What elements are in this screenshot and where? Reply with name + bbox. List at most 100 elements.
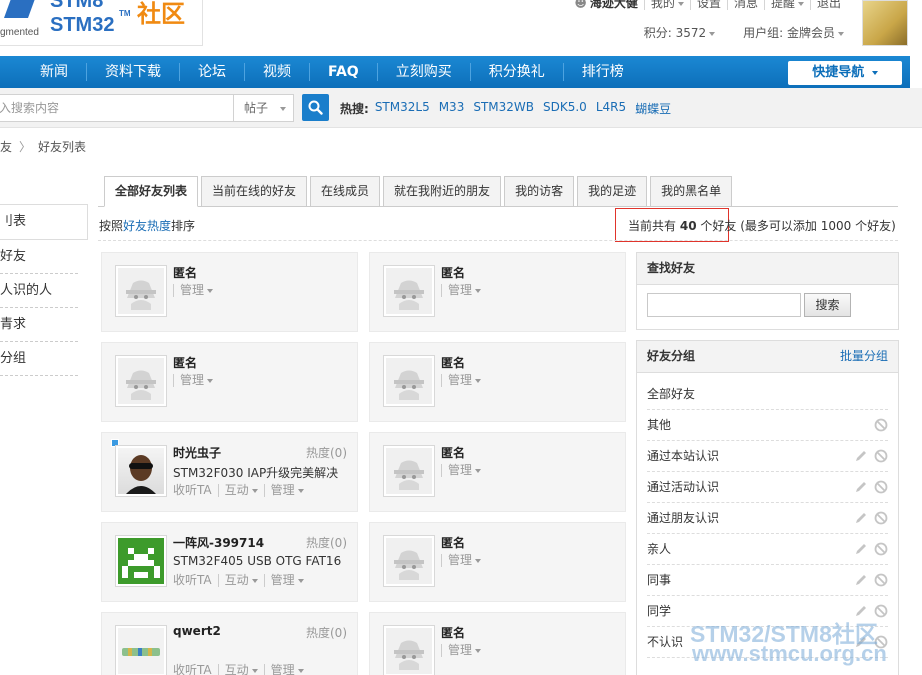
friend-avatar[interactable]	[115, 625, 167, 675]
logout-link[interactable]: 退出	[809, 0, 847, 10]
follow-link[interactable]: 收听TA	[173, 574, 218, 587]
pencil-icon[interactable]	[854, 542, 868, 556]
anonymous-avatar-icon[interactable]	[115, 355, 167, 407]
friend-avatar[interactable]	[115, 445, 167, 497]
breadcrumb-friend-list[interactable]: 好友列表	[38, 138, 86, 155]
hot-link[interactable]: SDK5.0	[543, 100, 587, 117]
pencil-icon[interactable]	[854, 480, 868, 494]
pencil-icon[interactable]	[854, 573, 868, 587]
search-input[interactable]: 入搜索内容	[0, 94, 233, 122]
group-item[interactable]: 同事	[647, 565, 888, 596]
ban-icon[interactable]	[874, 542, 888, 556]
nav-news[interactable]: 新闻	[0, 63, 87, 81]
anonymous-avatar-icon[interactable]	[115, 265, 167, 317]
find-friend-button[interactable]: 搜索	[804, 293, 851, 317]
interact-menu[interactable]: 互动	[217, 574, 264, 587]
hot-link[interactable]: 蝴蝶豆	[635, 100, 671, 117]
ban-icon[interactable]	[874, 511, 888, 525]
nav-downloads[interactable]: 资料下载	[87, 63, 180, 81]
manage-menu[interactable]: 管理	[441, 284, 487, 297]
friend-name[interactable]: 匿名	[173, 264, 197, 281]
anonymous-avatar-icon[interactable]	[383, 535, 435, 587]
tab-all-friends[interactable]: 全部好友列表	[104, 176, 199, 207]
tab-blacklist[interactable]: 我的黑名单	[650, 176, 733, 207]
hot-link[interactable]: STM32L5	[375, 100, 430, 117]
points-link[interactable]: 积分: 3572	[644, 24, 716, 41]
friend-name[interactable]: qwert2	[173, 624, 221, 638]
reminders-link[interactable]: 提醒	[763, 0, 810, 10]
anonymous-avatar-icon[interactable]	[383, 625, 435, 675]
interact-menu[interactable]: 互动	[217, 664, 264, 675]
hot-link[interactable]: M33	[439, 100, 465, 117]
group-item[interactable]: 全部好友	[647, 379, 888, 410]
search-button[interactable]	[302, 94, 329, 121]
friend-name[interactable]: 时光虫子	[173, 444, 221, 461]
settings-link[interactable]: 设置	[689, 0, 727, 10]
quick-nav-button[interactable]: 快捷导航	[788, 61, 902, 85]
tab-online-friends[interactable]: 当前在线的好友	[201, 176, 308, 207]
friend-name[interactable]: 匿名	[441, 534, 465, 551]
usergroup-link[interactable]: 用户组: 金牌会员	[743, 24, 844, 41]
nav-video[interactable]: 视频	[245, 63, 310, 81]
breadcrumb-friends[interactable]: 友	[0, 138, 12, 155]
nav-ranking[interactable]: 排行榜	[564, 63, 642, 81]
tab-footprints[interactable]: 我的足迹	[577, 176, 648, 207]
manage-menu[interactable]: 管理	[173, 374, 219, 387]
user-avatar[interactable]	[862, 0, 908, 46]
friend-name[interactable]: 一阵风-399714	[173, 534, 264, 551]
group-item[interactable]: 其他	[647, 410, 888, 441]
tab-nearby[interactable]: 就在我附近的朋友	[383, 176, 502, 207]
friend-name[interactable]: 匿名	[441, 264, 465, 281]
username-link[interactable]: ☻ 海迹大健	[568, 0, 644, 10]
nav-points-gift[interactable]: 积分换礼	[471, 63, 564, 81]
messages-link[interactable]: 消息	[726, 0, 764, 10]
pencil-icon[interactable]	[854, 449, 868, 463]
group-item[interactable]: 通过朋友认识	[647, 503, 888, 534]
group-item[interactable]: 通过活动认识	[647, 472, 888, 503]
search-type-select[interactable]: 帖子	[233, 94, 294, 122]
my-link[interactable]: 我的	[643, 0, 690, 10]
batch-group-link[interactable]: 批量分组	[840, 341, 888, 372]
nav-faq[interactable]: FAQ	[310, 63, 378, 81]
hot-link[interactable]: L4R5	[596, 100, 626, 117]
friend-avatar[interactable]	[115, 535, 167, 587]
sidebar-item-groups[interactable]: 分组	[0, 342, 78, 376]
group-item[interactable]: 亲人	[647, 534, 888, 565]
friend-name[interactable]: 匿名	[441, 354, 465, 371]
anonymous-avatar-icon[interactable]	[383, 355, 435, 407]
anonymous-avatar-icon[interactable]	[383, 445, 435, 497]
manage-menu[interactable]: 管理	[263, 664, 310, 675]
friend-name[interactable]: 匿名	[441, 624, 465, 641]
ban-icon[interactable]	[874, 449, 888, 463]
hot-link[interactable]: STM32WB	[473, 100, 534, 117]
manage-menu[interactable]: 管理	[263, 574, 310, 587]
tab-visitors[interactable]: 我的访客	[504, 176, 575, 207]
group-item[interactable]: 通过本站认识	[647, 441, 888, 472]
tab-online-members[interactable]: 在线成员	[310, 176, 381, 207]
manage-menu[interactable]: 管理	[173, 284, 219, 297]
sort-key-link[interactable]: 好友热度	[123, 219, 171, 233]
site-logo[interactable]: STM8 STM32 TM 社区 gmented	[0, 0, 203, 46]
nav-forum[interactable]: 论坛	[180, 63, 245, 81]
sidebar-item-friend-list[interactable]: 刂表	[0, 204, 88, 240]
follow-link[interactable]: 收听TA	[173, 664, 218, 675]
sidebar-item-requests[interactable]: 青求	[0, 308, 78, 342]
ban-icon[interactable]	[874, 573, 888, 587]
anonymous-avatar-icon[interactable]	[383, 265, 435, 317]
pencil-icon[interactable]	[854, 511, 868, 525]
nav-buy[interactable]: 立刻购买	[378, 63, 471, 81]
follow-link[interactable]: 收听TA	[173, 484, 218, 497]
manage-menu[interactable]: 管理	[441, 374, 487, 387]
ban-icon[interactable]	[874, 480, 888, 494]
friend-name[interactable]: 匿名	[441, 444, 465, 461]
interact-menu[interactable]: 互动	[217, 484, 264, 497]
manage-menu[interactable]: 管理	[441, 464, 487, 477]
sidebar-item-friends[interactable]: 好友	[0, 240, 78, 274]
manage-menu[interactable]: 管理	[263, 484, 310, 497]
friend-name[interactable]: 匿名	[173, 354, 197, 371]
manage-menu[interactable]: 管理	[441, 644, 487, 657]
find-friend-input[interactable]	[647, 293, 801, 317]
ban-icon[interactable]	[874, 418, 888, 432]
sidebar-item-people-you-may-know[interactable]: 人识的人	[0, 274, 78, 308]
manage-menu[interactable]: 管理	[441, 554, 487, 567]
